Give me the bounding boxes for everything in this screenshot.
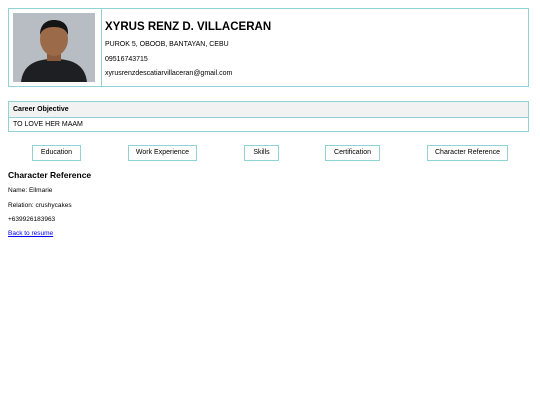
tab-character-reference[interactable]: Character Reference [427, 145, 508, 161]
career-objective-value: TO LOVE HER MAAM [13, 121, 83, 128]
tab-work-experience[interactable]: Work Experience [128, 145, 197, 161]
reference-phone: +639926183963 [8, 216, 56, 223]
reference-relation: Relation: crushycakes [8, 202, 72, 209]
profile-email: xyrusrenzdescatiarvillaceran@gmail.com [105, 70, 233, 77]
tab-education[interactable]: Education [32, 145, 81, 161]
career-objective-heading: Career Objective [9, 102, 528, 118]
profile-photo [13, 13, 95, 82]
tab-certification[interactable]: Certification [325, 145, 380, 161]
profile-phone: 09516743715 [105, 56, 148, 63]
profile-name: XYRUS RENZ D. VILLACERAN [105, 21, 272, 33]
back-to-resume-link[interactable]: Back to resume [8, 230, 53, 237]
career-objective-card: Career Objective TO LOVE HER MAAM [8, 101, 529, 132]
section-title: Character Reference [8, 170, 92, 180]
person-photo-icon [13, 13, 95, 82]
tab-skills[interactable]: Skills [244, 145, 279, 161]
photo-cell [9, 9, 102, 86]
reference-name: Name: Ellmarie [8, 187, 53, 194]
profile-card: XYRUS RENZ D. VILLACERAN PUROK 5, OBOOB,… [8, 8, 529, 87]
profile-address: PUROK 5, OBOOB, BANTAYAN, CEBU [105, 41, 229, 48]
